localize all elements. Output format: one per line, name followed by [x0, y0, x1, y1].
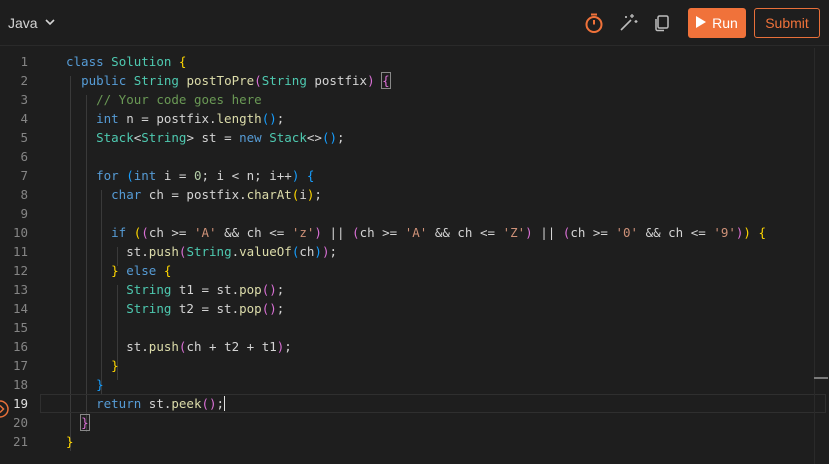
timer-icon[interactable]: [583, 12, 605, 34]
code-text: public String postToPre(String postfix) …: [81, 72, 391, 89]
code-text: Stack<String> st = new Stack<>();: [96, 130, 345, 145]
editor-toolbar: Java Run Submit: [0, 0, 829, 46]
code-line: 4 int n = postfix.length();: [0, 109, 829, 128]
code-line: 12 } else {: [0, 261, 829, 280]
code-editor[interactable]: 1 class Solution { 2 public String postT…: [0, 48, 829, 464]
vertical-scrollbar[interactable]: [814, 48, 829, 464]
line-number: 4: [20, 111, 28, 126]
scrollbar-cursor-marker: [814, 377, 828, 379]
line-number: 10: [12, 225, 28, 240]
code-text: int n = postfix.length();: [96, 111, 285, 126]
line-number: 1: [20, 54, 28, 69]
line-number: 21: [12, 434, 28, 449]
code-line: 20 }: [0, 413, 829, 432]
code-text: st.push(ch + t2 + t1);: [66, 339, 292, 354]
copy-icon[interactable]: [651, 12, 673, 34]
line-number: 7: [20, 168, 28, 183]
code-text: }: [66, 434, 74, 449]
code-text: if ((ch >= 'A' && ch <= 'z') || (ch >= '…: [111, 225, 767, 240]
code-text: String t1 = st.pop();: [126, 282, 285, 297]
code-line: 6: [0, 147, 829, 166]
code-line: 7 for (int i = 0; i < n; i++) {: [0, 166, 829, 185]
code-line: 10 if ((ch >= 'A' && ch <= 'z') || (ch >…: [0, 223, 829, 242]
code-text: class Solution {: [66, 54, 187, 69]
line-number: 5: [20, 130, 28, 145]
code-line: 11 st.push(String.valueOf(ch));: [0, 242, 829, 261]
code-line: 9: [0, 204, 829, 223]
code-text: char ch = postfix.charAt(i);: [111, 187, 322, 202]
line-number: 17: [12, 358, 28, 373]
text-cursor: [224, 396, 226, 411]
code-line: 15: [0, 318, 829, 337]
code-line: 2 public String postToPre(String postfix…: [0, 71, 829, 90]
code-line: 8 char ch = postfix.charAt(i);: [0, 185, 829, 204]
language-label: Java: [8, 15, 38, 31]
line-number: 8: [20, 187, 28, 202]
code-line: 5 Stack<String> st = new Stack<>();: [0, 128, 829, 147]
code-line: 16 st.push(ch + t2 + t1);: [0, 337, 829, 356]
language-selector[interactable]: Java: [8, 13, 56, 33]
code-text: }: [80, 414, 90, 431]
run-label: Run: [712, 15, 738, 31]
code-line: 3 // Your code goes here: [0, 90, 829, 109]
code-line-active: 19 return st.peek();: [0, 394, 829, 413]
line-number: 13: [12, 282, 28, 297]
code-text: st.push(String.valueOf(ch));: [66, 244, 337, 259]
code-text: }: [111, 358, 119, 373]
code-line: 13 String t1 = st.pop();: [0, 280, 829, 299]
submit-label: Submit: [765, 15, 809, 31]
run-button[interactable]: Run: [688, 8, 746, 38]
play-icon: [696, 15, 707, 31]
debug-arrow-icon[interactable]: [0, 400, 9, 418]
line-number: 6: [20, 149, 28, 164]
code-text: for (int i = 0; i < n; i++) {: [96, 168, 315, 183]
code-text: // Your code goes here: [96, 92, 262, 107]
submit-button[interactable]: Submit: [754, 8, 820, 38]
code-line: 18 }: [0, 375, 829, 394]
code-text: } else {: [111, 263, 172, 278]
code-text: String t2 = st.pop();: [126, 301, 285, 316]
line-number: 18: [12, 377, 28, 392]
magic-wand-icon[interactable]: [617, 12, 639, 34]
chevron-down-icon: [44, 15, 56, 31]
code-line: 14 String t2 = st.pop();: [0, 299, 829, 318]
line-number: 14: [12, 301, 28, 316]
line-number: 3: [20, 92, 28, 107]
line-number: 16: [12, 339, 28, 354]
line-number: 12: [12, 263, 28, 278]
code-line: 1 class Solution {: [0, 52, 829, 71]
line-number: 9: [20, 206, 28, 221]
code-text: }: [96, 377, 104, 392]
line-number: 15: [12, 320, 28, 335]
line-number: 11: [12, 244, 28, 259]
code-text: return st.peek();: [96, 396, 226, 411]
code-line: 17 }: [0, 356, 829, 375]
line-number: 2: [20, 73, 28, 88]
code-line: 21 }: [0, 432, 829, 451]
